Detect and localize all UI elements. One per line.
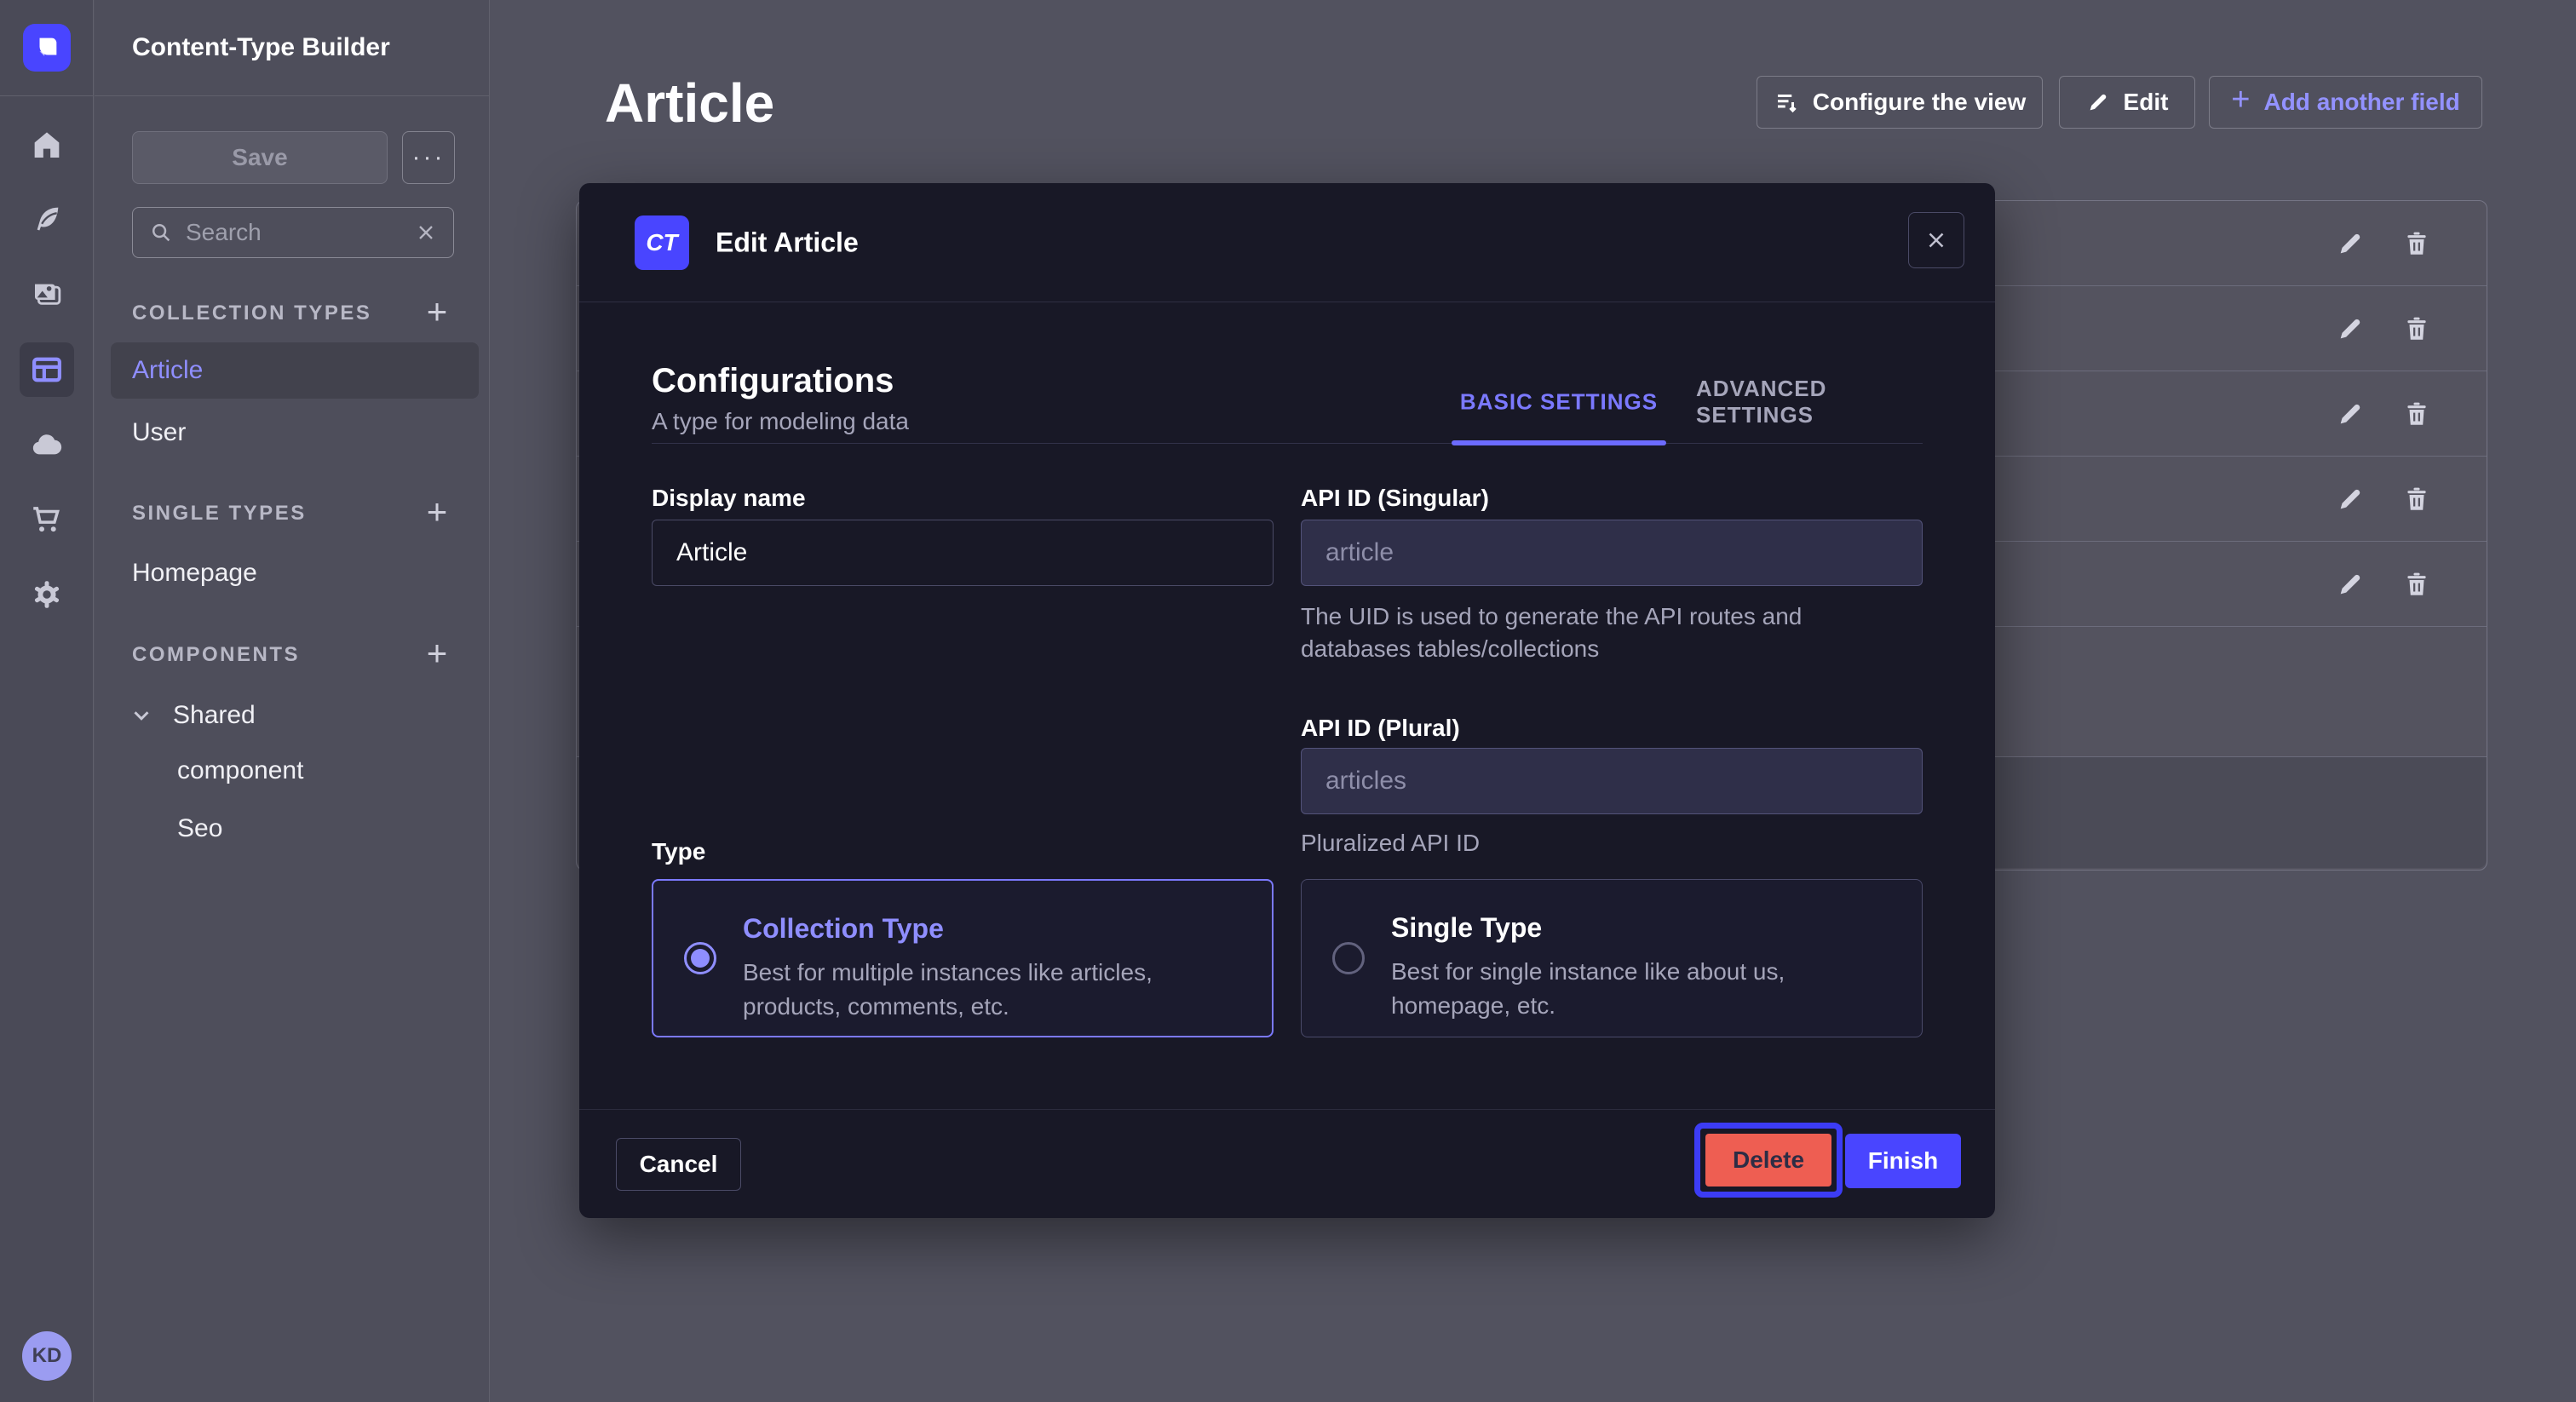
api-id-plural-input[interactable] bbox=[1301, 748, 1923, 814]
nav-rail: KD bbox=[0, 0, 94, 1402]
modal-footer: Cancel Delete Finish bbox=[579, 1109, 1995, 1218]
delete-button[interactable]: Delete bbox=[1705, 1134, 1831, 1187]
content-type-badge: CT bbox=[635, 215, 689, 270]
sidebar: Content-Type Builder Save ··· Search COL… bbox=[95, 0, 490, 1402]
display-name-input[interactable] bbox=[652, 520, 1274, 586]
marketplace-cart-icon[interactable] bbox=[20, 492, 74, 547]
configurations-subtitle: A type for modeling data bbox=[652, 408, 909, 435]
settings-gear-icon[interactable] bbox=[20, 567, 74, 622]
user-avatar[interactable]: KD bbox=[22, 1331, 72, 1381]
sidebar-item-homepage[interactable]: Homepage bbox=[132, 559, 257, 588]
single-type-description: Best for single instance like about us, … bbox=[1391, 955, 1902, 1023]
sidebar-title: Content-Type Builder bbox=[132, 33, 390, 62]
display-name-label: Display name bbox=[652, 485, 806, 512]
add-collection-type-button[interactable]: + bbox=[420, 291, 454, 332]
add-field-label: Add another field bbox=[2263, 89, 2459, 116]
sidebar-item-article[interactable]: Article bbox=[111, 342, 479, 399]
sidebar-item-article-label: Article bbox=[132, 356, 203, 385]
chevron-down-icon bbox=[129, 703, 154, 728]
delete-trash-icon[interactable] bbox=[2402, 229, 2431, 258]
search-clear-icon[interactable] bbox=[414, 221, 438, 244]
single-type-title: Single Type bbox=[1391, 912, 1542, 944]
search-icon bbox=[148, 220, 174, 245]
more-options-button[interactable]: ··· bbox=[402, 131, 455, 184]
media-library-icon[interactable] bbox=[20, 267, 74, 321]
sidebar-item-seo[interactable]: Seo bbox=[177, 814, 222, 843]
cloud-icon[interactable] bbox=[20, 417, 74, 472]
delete-trash-icon[interactable] bbox=[2402, 485, 2431, 514]
single-type-option[interactable]: Single Type Best for single instance lik… bbox=[1301, 879, 1923, 1037]
delete-trash-icon[interactable] bbox=[2402, 399, 2431, 428]
collection-types-heading: COLLECTION TYPES bbox=[132, 302, 371, 325]
configure-view-icon bbox=[1774, 89, 1799, 115]
section-divider bbox=[652, 443, 1923, 444]
configurations-title: Configurations bbox=[652, 362, 894, 400]
sidebar-item-component[interactable]: component bbox=[177, 756, 303, 785]
search-placeholder: Search bbox=[186, 219, 402, 246]
collection-type-option[interactable]: Collection Type Best for multiple instan… bbox=[652, 879, 1274, 1037]
api-id-plural-label: API ID (Plural) bbox=[1301, 715, 1460, 742]
delete-button-highlight-ring: Delete bbox=[1694, 1123, 1843, 1198]
edit-pencil-icon[interactable] bbox=[2336, 314, 2365, 343]
delete-trash-icon[interactable] bbox=[2402, 570, 2431, 599]
plus-icon: + bbox=[2231, 82, 2250, 118]
modal-header: CT Edit Article bbox=[579, 183, 1995, 302]
sidebar-header: Content-Type Builder bbox=[95, 0, 489, 96]
tab-basic-settings[interactable]: BASIC SETTINGS bbox=[1460, 389, 1658, 416]
sidebar-group-shared-label: Shared bbox=[173, 701, 256, 730]
delete-trash-icon[interactable] bbox=[2402, 314, 2431, 343]
content-manager-icon[interactable] bbox=[20, 192, 74, 246]
finish-button[interactable]: Finish bbox=[1845, 1134, 1961, 1188]
edit-pencil-icon bbox=[2086, 90, 2110, 114]
edit-pencil-icon[interactable] bbox=[2336, 485, 2365, 514]
collection-type-description: Best for multiple instances like article… bbox=[743, 956, 1254, 1024]
cancel-button[interactable]: Cancel bbox=[616, 1138, 741, 1191]
edit-label: Edit bbox=[2124, 89, 2169, 116]
configure-view-button[interactable]: Configure the view bbox=[1757, 76, 2043, 129]
rail-header bbox=[0, 0, 94, 96]
content-type-builder-icon[interactable] bbox=[20, 342, 74, 397]
close-icon[interactable] bbox=[1908, 212, 1964, 268]
app-root: KD Content-Type Builder Save ··· Search … bbox=[0, 0, 2576, 1402]
edit-pencil-icon[interactable] bbox=[2336, 399, 2365, 428]
search-input[interactable]: Search bbox=[132, 207, 454, 258]
components-heading: COMPONENTS bbox=[132, 643, 300, 667]
api-id-singular-label: API ID (Singular) bbox=[1301, 485, 1489, 512]
sidebar-item-user[interactable]: User bbox=[132, 418, 186, 447]
sidebar-group-shared[interactable]: Shared bbox=[129, 701, 256, 730]
type-label: Type bbox=[652, 838, 705, 865]
api-id-singular-help: The UID is used to generate the API rout… bbox=[1301, 600, 1897, 665]
configure-view-label: Configure the view bbox=[1813, 89, 2026, 116]
api-id-singular-input[interactable] bbox=[1301, 520, 1923, 586]
add-another-field-button[interactable]: + Add another field bbox=[2209, 76, 2482, 129]
tab-advanced-settings[interactable]: ADVANCED SETTINGS bbox=[1696, 376, 1895, 428]
page-title: Article bbox=[605, 72, 774, 135]
strapi-logo-icon[interactable] bbox=[23, 24, 71, 72]
api-id-plural-help: Pluralized API ID bbox=[1301, 827, 1480, 859]
modal-title: Edit Article bbox=[716, 227, 859, 259]
save-button[interactable]: Save bbox=[132, 131, 388, 184]
radio-unselected-icon[interactable] bbox=[1332, 942, 1365, 974]
collection-type-title: Collection Type bbox=[743, 913, 944, 945]
home-icon[interactable] bbox=[20, 118, 74, 172]
edit-article-modal: CT Edit Article Configurations A type fo… bbox=[579, 183, 1995, 1218]
edit-pencil-icon[interactable] bbox=[2336, 570, 2365, 599]
edit-button[interactable]: Edit bbox=[2059, 76, 2195, 129]
active-tab-indicator bbox=[1452, 440, 1666, 445]
radio-selected-icon[interactable] bbox=[684, 942, 716, 974]
edit-pencil-icon[interactable] bbox=[2336, 229, 2365, 258]
add-single-type-button[interactable]: + bbox=[420, 491, 454, 532]
single-types-heading: SINGLE TYPES bbox=[132, 502, 307, 526]
add-component-button[interactable]: + bbox=[420, 633, 454, 674]
